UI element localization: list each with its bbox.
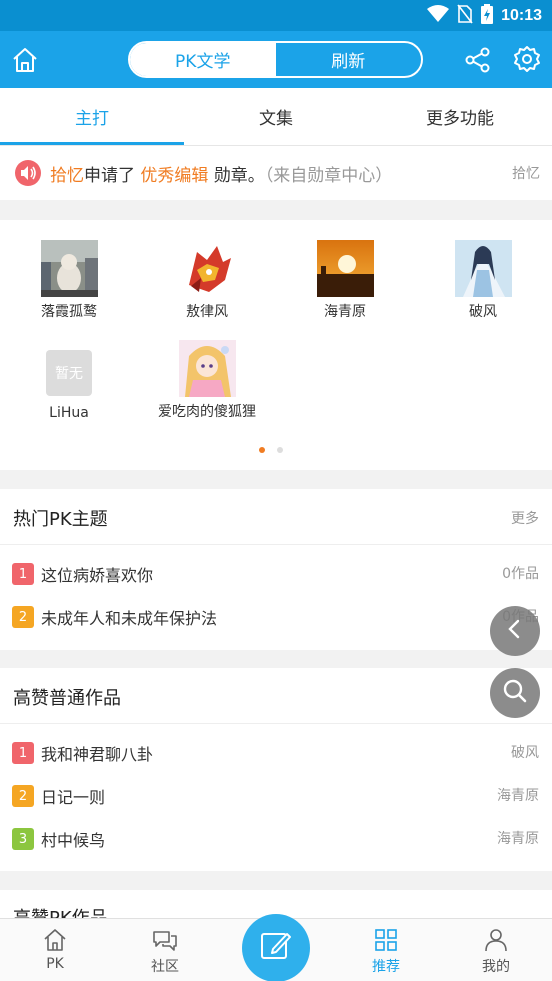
notice-badge: 优秀编辑 (140, 166, 209, 186)
top-works-section: 高赞普通作品 1 我和神君聊八卦 破风 2 日记一则 海青原 3 村中候鸟 海青… (0, 668, 552, 871)
avatar (454, 240, 512, 297)
item-author: 破风 (511, 745, 539, 761)
chat-icon (151, 926, 179, 954)
user-name: 敖律风 (186, 304, 228, 320)
item-title: 这位病娇喜欢你 (41, 566, 154, 585)
home-icon (41, 926, 69, 954)
segment-pk-literature[interactable]: PK文学 (130, 43, 276, 76)
notice-text: 拾忆申请了 优秀编辑 勋章。（来自勋章中心） (50, 161, 392, 186)
more-link[interactable]: 更多 (511, 508, 539, 528)
avatar-placeholder: 暂无 (46, 349, 92, 396)
nav-item-recommend[interactable]: 推荐 (331, 919, 441, 981)
hot-topics-section: 热门PK主题 更多 1 这位病娇喜欢你 0作品 2 未成年人和未成年保护法 0作… (0, 489, 552, 650)
avatar (178, 340, 236, 397)
featured-users: 落霞孤鹜 敖律风 海青原 破风 暂无 LiHua 爱吃肉的傻狐狸 (0, 220, 552, 470)
speaker-icon (15, 160, 41, 186)
user-card[interactable]: 破风 (414, 240, 552, 321)
list-item[interactable]: 2 未成年人和未成年保护法 0作品 (0, 602, 552, 632)
nav-label: 我的 (482, 959, 510, 975)
avatar (316, 240, 374, 297)
chevron-left-icon (504, 618, 526, 644)
edit-icon (259, 929, 293, 967)
list-item[interactable]: 3 村中候鸟 海青原 (0, 824, 552, 854)
rank-badge: 1 (12, 742, 34, 764)
no-sim-icon (457, 4, 473, 28)
section-title: 热门PK主题 (13, 509, 108, 530)
nav-item-pk[interactable]: PK (0, 919, 110, 981)
list-item[interactable]: 1 我和神君聊八卦 破风 (0, 738, 552, 768)
item-author: 海青原 (497, 831, 539, 847)
page-indicator (259, 447, 283, 453)
user-name: LiHua (49, 405, 89, 421)
nav-label: 推荐 (372, 959, 400, 975)
item-title: 日记一则 (41, 788, 106, 807)
item-author: 海青原 (497, 788, 539, 804)
nav-label: PK (46, 956, 64, 972)
item-count: 0作品 (502, 566, 539, 582)
item-title: 未成年人和未成年保护法 (41, 609, 218, 628)
person-icon (482, 926, 510, 954)
notice-bar[interactable]: 拾忆申请了 优秀编辑 勋章。（来自勋章中心） 拾忆 (0, 146, 552, 200)
list-item[interactable]: 1 这位病娇喜欢你 0作品 (0, 559, 552, 589)
segment-control: PK文学 刷新 (128, 41, 423, 78)
nav-item-community[interactable]: 社区 (110, 919, 220, 981)
notice-source: （来自勋章中心） (264, 166, 393, 186)
rank-badge: 1 (12, 563, 34, 585)
search-button[interactable] (490, 668, 540, 718)
notice-username: 拾忆 (512, 166, 540, 182)
user-card[interactable]: 落霞孤鹜 (0, 240, 138, 321)
tab-main[interactable]: 主打 (0, 88, 184, 145)
back-button[interactable] (490, 606, 540, 656)
avatar (40, 240, 98, 297)
user-name: 落霞孤鹜 (41, 304, 97, 320)
avatar (178, 240, 236, 297)
page-dot[interactable] (277, 447, 283, 453)
user-name: 海青原 (324, 304, 366, 320)
share-icon[interactable] (464, 46, 492, 74)
top-tabs: 主打 文集 更多功能 (0, 88, 552, 145)
user-name: 破风 (469, 304, 497, 320)
notice-suffix: 勋章。 (213, 166, 265, 186)
wifi-icon (427, 5, 450, 27)
section-title: 高赞普通作品 (13, 688, 121, 709)
rank-badge: 3 (12, 828, 34, 850)
section-header: 高赞普通作品 (0, 668, 552, 724)
battery-charging-icon (481, 4, 494, 28)
clock: 10:13 (501, 7, 542, 24)
item-title: 我和神君聊八卦 (41, 745, 154, 764)
avatar: 暂无 (41, 344, 98, 401)
rank-badge: 2 (12, 606, 34, 628)
user-card[interactable]: 海青原 (276, 240, 414, 321)
home-icon[interactable] (10, 45, 40, 75)
rank-badge: 2 (12, 785, 34, 807)
user-card[interactable]: 暂无 LiHua (0, 344, 138, 421)
segment-refresh[interactable]: 刷新 (276, 43, 422, 76)
tab-collections[interactable]: 文集 (184, 88, 368, 145)
user-card[interactable]: 敖律风 (138, 240, 276, 321)
nav-item-mine[interactable]: 我的 (441, 919, 551, 981)
user-card[interactable]: 爱吃肉的傻狐狸 (138, 340, 276, 421)
list-item[interactable]: 2 日记一则 海青原 (0, 781, 552, 811)
tab-more-features[interactable]: 更多功能 (368, 88, 552, 145)
user-name: 爱吃肉的傻狐狸 (158, 404, 256, 420)
status-bar: 10:13 (0, 0, 552, 31)
nav-label: 社区 (151, 959, 179, 975)
section-header: 热门PK主题 更多 (0, 489, 552, 545)
item-title: 村中候鸟 (41, 831, 106, 850)
compose-button[interactable] (242, 914, 310, 981)
gear-icon[interactable] (513, 45, 541, 73)
notice-action: 申请了 (84, 166, 135, 186)
notice-user: 拾忆 (50, 166, 84, 186)
page-dot[interactable] (259, 447, 265, 453)
app-header: PK文学 刷新 (0, 31, 552, 88)
search-icon (502, 678, 528, 708)
grid-icon (372, 926, 400, 954)
